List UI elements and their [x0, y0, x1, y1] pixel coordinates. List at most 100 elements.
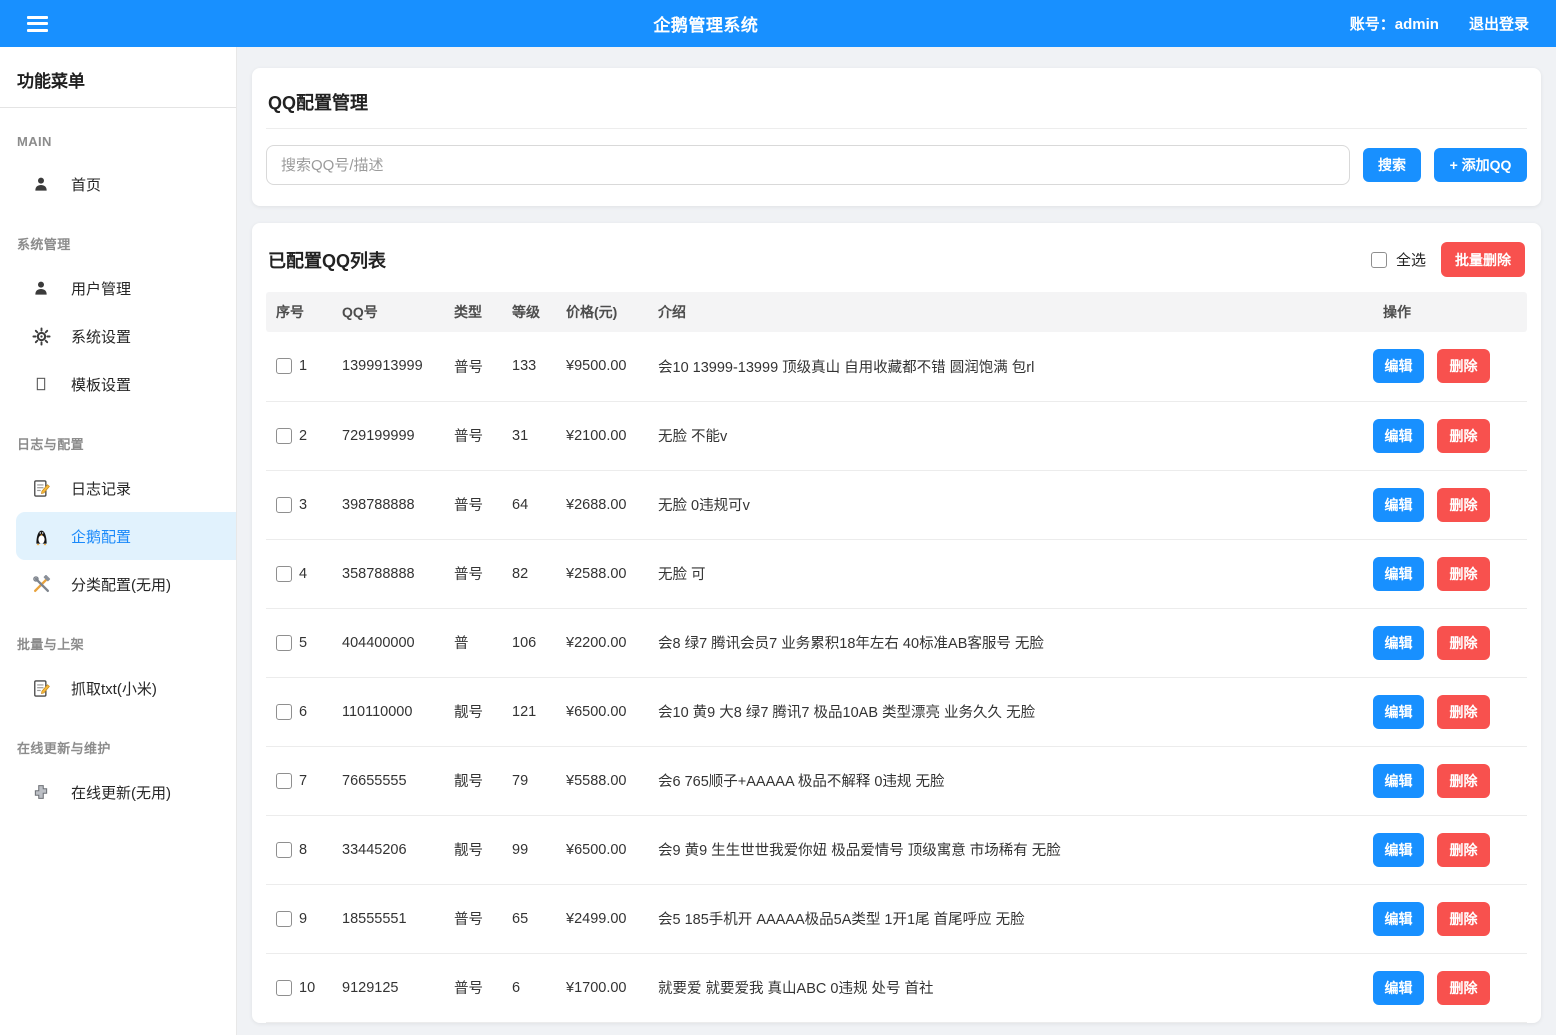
sidebar-section-label: 在线更新与维护 — [0, 712, 236, 768]
search-input[interactable] — [266, 145, 1350, 185]
delete-button[interactable]: 删除 — [1437, 695, 1490, 729]
edit-button[interactable]: 编辑 — [1373, 349, 1424, 383]
cell-index: 6 — [266, 677, 332, 746]
column-header: 序号 — [266, 292, 332, 332]
cell-index: 9 — [266, 884, 332, 953]
cell-type: 普号 — [444, 953, 502, 1022]
cell-description: 会6 765顺子+AAAAA 极品不解释 0违规 无脸 — [648, 746, 1373, 815]
cell-actions: 编辑删除 — [1373, 470, 1527, 539]
cell-price: ¥6500.00 — [556, 677, 648, 746]
row-checkbox[interactable] — [276, 773, 292, 789]
cell-actions: 编辑删除 — [1373, 953, 1527, 1022]
sidebar-item-label: 抓取txt(小米) — [71, 678, 157, 699]
edit-button[interactable]: 编辑 — [1373, 764, 1424, 798]
cell-type: 靓号 — [444, 815, 502, 884]
sidebar-item-template[interactable]: 模板设置 — [0, 360, 236, 408]
cell-level: 64 — [502, 470, 556, 539]
edit-button[interactable]: 编辑 — [1373, 695, 1424, 729]
sidebar-item-tools[interactable]: 分类配置(无用) — [0, 560, 236, 608]
sidebar-item-memo[interactable]: 抓取txt(小米) — [0, 664, 236, 712]
menu-toggle-icon[interactable] — [0, 12, 62, 35]
sidebar-item-label: 日志记录 — [71, 478, 131, 499]
row-checkbox[interactable] — [276, 704, 292, 720]
cell-type: 普号 — [444, 332, 502, 401]
delete-button[interactable]: 删除 — [1437, 557, 1490, 591]
cell-level: 106 — [502, 608, 556, 677]
edit-button[interactable]: 编辑 — [1373, 833, 1424, 867]
table-row: 776655555靓号79¥5588.00会6 765顺子+AAAAA 极品不解… — [266, 746, 1527, 815]
row-checkbox[interactable] — [276, 911, 292, 927]
sidebar-item-person[interactable]: 首页 — [0, 160, 236, 208]
cell-level: 65 — [502, 884, 556, 953]
cell-index: 10 — [266, 953, 332, 1022]
cell-price: ¥2100.00 — [556, 401, 648, 470]
delete-button[interactable]: 删除 — [1437, 488, 1490, 522]
cell-price: ¥5588.00 — [556, 746, 648, 815]
column-header: 价格(元) — [556, 292, 648, 332]
row-index: 9 — [299, 911, 307, 927]
sidebar-item-memo[interactable]: 日志记录 — [0, 464, 236, 512]
cell-description: 就要爱 就要爱我 真山ABC 0违规 处号 首社 — [648, 953, 1373, 1022]
sidebar-item-gear[interactable]: 系统设置 — [0, 312, 236, 360]
delete-button[interactable]: 删除 — [1437, 764, 1490, 798]
sidebar-item-penguin-active[interactable]: 企鹅配置 — [16, 512, 236, 560]
table-row: 109129125普号6¥1700.00就要爱 就要爱我 真山ABC 0违规 处… — [266, 953, 1527, 1022]
delete-button[interactable]: 删除 — [1437, 971, 1490, 1005]
person-icon — [31, 278, 51, 298]
row-checkbox[interactable] — [276, 842, 292, 858]
cell-qq-number: 404400000 — [332, 608, 444, 677]
delete-button[interactable]: 删除 — [1437, 626, 1490, 660]
penguin-icon — [31, 526, 51, 546]
cell-type: 普 — [444, 608, 502, 677]
add-qq-button[interactable]: + 添加QQ — [1434, 148, 1527, 182]
sidebar-nav: MAIN首页系统管理用户管理系统设置模板设置日志与配置日志记录企鹅配置分类配置(… — [0, 108, 236, 816]
logout-link[interactable]: 退出登录 — [1469, 13, 1529, 34]
delete-button[interactable]: 删除 — [1437, 419, 1490, 453]
cell-description: 会5 185手机开 AAAAA极品5A类型 1开1尾 首尾呼应 无脸 — [648, 884, 1373, 953]
template-icon — [31, 374, 51, 394]
select-all-checkbox[interactable] — [1371, 252, 1387, 268]
sidebar-section-label: 日志与配置 — [0, 408, 236, 464]
cell-price: ¥2200.00 — [556, 608, 648, 677]
cell-description: 会10 13999-13999 顶级真山 自用收藏都不错 圆润饱满 包rl — [648, 332, 1373, 401]
row-checkbox[interactable] — [276, 635, 292, 651]
row-checkbox[interactable] — [276, 428, 292, 444]
config-card-title: QQ配置管理 — [266, 68, 1527, 129]
delete-button[interactable]: 删除 — [1437, 833, 1490, 867]
cell-type: 靓号 — [444, 677, 502, 746]
search-row: 搜索 + 添加QQ — [266, 129, 1527, 204]
gear-icon — [31, 326, 51, 346]
column-header: QQ号 — [332, 292, 444, 332]
edit-button[interactable]: 编辑 — [1373, 902, 1424, 936]
cell-level: 121 — [502, 677, 556, 746]
edit-button[interactable]: 编辑 — [1373, 626, 1424, 660]
qq-config-card: QQ配置管理 搜索 + 添加QQ — [252, 68, 1541, 206]
row-checkbox[interactable] — [276, 497, 292, 513]
select-all[interactable]: 全选 — [1371, 249, 1426, 270]
row-checkbox[interactable] — [276, 358, 292, 374]
person-icon — [31, 174, 51, 194]
table-row: 11399913999普号133¥9500.00会10 13999-13999 … — [266, 332, 1527, 401]
cell-description: 无脸 不能v — [648, 401, 1373, 470]
header-right: 账号：admin 退出登录 — [1350, 13, 1556, 34]
delete-button[interactable]: 删除 — [1437, 902, 1490, 936]
search-button[interactable]: 搜索 — [1363, 148, 1421, 182]
sidebar-item-label: 用户管理 — [71, 278, 131, 299]
batch-delete-button[interactable]: 批量删除 — [1441, 242, 1525, 277]
sidebar-item-person[interactable]: 用户管理 — [0, 264, 236, 312]
delete-button[interactable]: 删除 — [1437, 349, 1490, 383]
edit-button[interactable]: 编辑 — [1373, 488, 1424, 522]
row-checkbox[interactable] — [276, 566, 292, 582]
edit-button[interactable]: 编辑 — [1373, 971, 1424, 1005]
sidebar-section-label: 系统管理 — [0, 208, 236, 264]
sidebar-item-update[interactable]: 在线更新(无用) — [0, 768, 236, 816]
sidebar-title: 功能菜单 — [0, 47, 236, 108]
row-checkbox[interactable] — [276, 980, 292, 996]
main-content: QQ配置管理 搜索 + 添加QQ 已配置QQ列表 全选 批量删除 序号QQ号类型… — [237, 47, 1556, 1035]
sidebar-item-label: 系统设置 — [71, 326, 131, 347]
edit-button[interactable]: 编辑 — [1373, 419, 1424, 453]
cell-actions: 编辑删除 — [1373, 746, 1527, 815]
cell-index: 3 — [266, 470, 332, 539]
cell-actions: 编辑删除 — [1373, 401, 1527, 470]
edit-button[interactable]: 编辑 — [1373, 557, 1424, 591]
